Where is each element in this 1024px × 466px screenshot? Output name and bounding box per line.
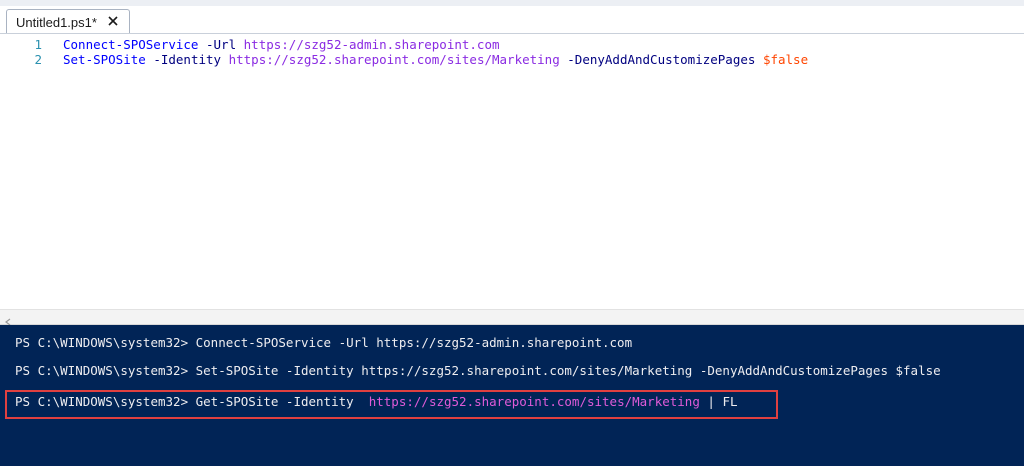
tab-untitled1[interactable]: Untitled1.ps1* (6, 9, 130, 34)
console-line-2: PS C:\WINDOWS\system32> Set-SPOSite -Ide… (15, 362, 941, 380)
console-suffix: | FL (707, 394, 738, 409)
script-tab-bar: Untitled1.ps1* (0, 6, 1024, 34)
code-line-2: 2 Set-SPOSite -Identity https://szg52.sha… (0, 52, 808, 68)
console-command: Get-SPOSite -Identity (195, 394, 354, 409)
tab-title: Untitled1.ps1* (16, 14, 97, 30)
close-icon[interactable] (106, 14, 120, 28)
console-line-1: PS C:\WINDOWS\system32> Connect-SPOServi… (15, 334, 632, 352)
console-prompt: PS C:\WINDOWS\system32> (15, 363, 189, 378)
console-url: https://szg52.sharepoint.com/sites/Marke… (368, 394, 700, 409)
code-variable: $false (762, 52, 809, 67)
console-command: Connect-SPOService -Url https://szg52-ad… (195, 335, 633, 350)
editor-horizontal-scrollbar[interactable] (0, 309, 1024, 326)
code-string: https://szg52-admin.sharepoint.com (243, 37, 500, 52)
console-line-3: PS C:\WINDOWS\system32> Get-SPOSite -Ide… (15, 393, 738, 411)
code-parameter: -Identity (153, 52, 222, 67)
line-number: 2 (34, 52, 42, 67)
code-parameter: -Url (206, 37, 237, 52)
console-prompt: PS C:\WINDOWS\system32> (15, 335, 189, 350)
console-pane[interactable]: PS C:\WINDOWS\system32> Connect-SPOServi… (0, 325, 1024, 466)
script-editor[interactable]: 1 Connect-SPOService -Url https://szg52-a… (0, 33, 1024, 310)
console-command: Set-SPOSite -Identity https://szg52.shar… (195, 363, 941, 378)
code-string: https://szg52.sharepoint.com/sites/Marke… (228, 52, 560, 67)
powershell-ise-window: Untitled1.ps1* 1 Connect-SPOService -Url … (0, 0, 1024, 466)
code-line-1: 1 Connect-SPOService -Url https://szg52-a… (0, 37, 500, 53)
line-number: 1 (34, 37, 42, 52)
scroll-left-arrow-icon[interactable] (4, 313, 12, 326)
code-parameter: -DenyAddAndCustomizePages (567, 52, 756, 67)
code-cmdlet: Set-SPOSite (63, 52, 146, 67)
console-prompt: PS C:\WINDOWS\system32> (15, 394, 189, 409)
code-cmdlet: Connect-SPOService (63, 37, 199, 52)
